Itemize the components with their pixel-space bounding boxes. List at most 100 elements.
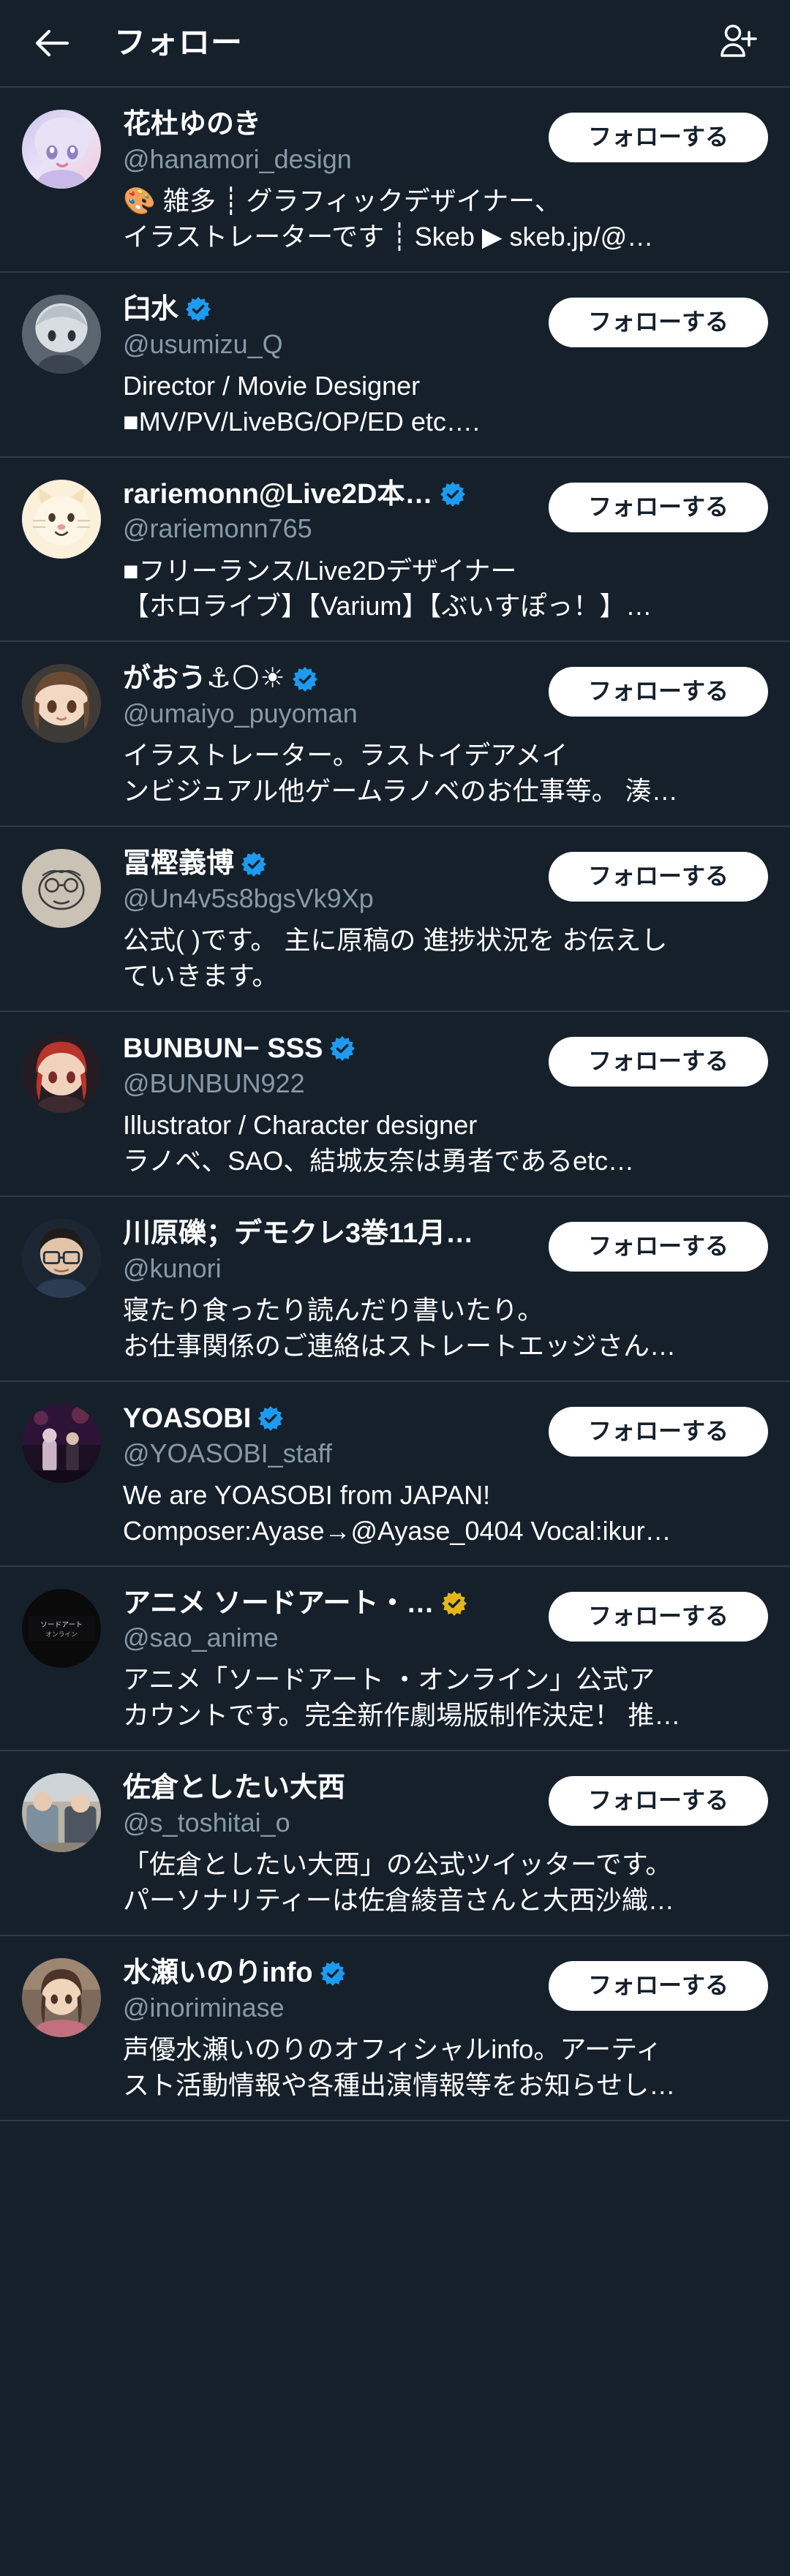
- user-bio-3: イラストレーター。ラストイデアメインビジュアル他ゲームラノベのお仕事等。 湊…: [123, 738, 768, 809]
- verified-badge-blue-icon: [440, 482, 465, 507]
- bio-line: 🎨 雑多 ┊ グラフィックデザイナー、: [123, 185, 561, 216]
- avatar-column: [22, 477, 101, 625]
- bio-line: 声優水瀬いのりのオフィシャルinfo。アーティ: [123, 2034, 663, 2065]
- person-add-icon: [718, 23, 758, 64]
- verified-badge-blue-icon: [258, 1406, 284, 1432]
- bio-line: Illustrator / Character designer: [123, 1109, 478, 1140]
- avatar-3[interactable]: [22, 664, 101, 744]
- display-name: 臼水: [123, 293, 179, 325]
- bio-line: イラストレーター。ラストイデアメイ: [123, 740, 568, 771]
- list-item-7[interactable]: YOASOBI @YOASOBI_staff We are YOASOBI fr…: [0, 1382, 790, 1565]
- avatar-7[interactable]: [22, 1403, 101, 1483]
- follow-button-4[interactable]: フォローする: [549, 852, 768, 902]
- avatar-column: [22, 107, 101, 255]
- avatar-1[interactable]: [22, 294, 101, 374]
- user-bio-9: 「佐倉としたい大西」の公式ツイッターです。 パーソナリティーは佐倉綾音さんと大西沙…: [123, 1847, 768, 1919]
- display-name: 冨樫義博: [123, 848, 235, 880]
- bio-line: イラストレーターです ┊ Skeb ▶ skeb.jp/@…: [123, 221, 654, 252]
- user-bio-10: 声優水瀬いのりのオフィシャルinfo。アーティ スト活動情報や各種出演情報等をお知…: [123, 2032, 768, 2104]
- bio-line: ンビジュアル他ゲームラノベのお仕事等。 湊…: [123, 776, 678, 807]
- display-name: YOASOBI: [123, 1402, 252, 1434]
- bio-line: お仕事関係のご連絡はストレートエッジさん…: [123, 1330, 677, 1361]
- verified-badge-blue-icon: [320, 1960, 345, 1986]
- bio-line: Director / Movie Designer: [123, 370, 421, 401]
- bio-line: ラノベ、SAO、結城友奈は勇者であるetc…: [123, 1145, 634, 1176]
- user-bio-8: アニメ「ソードアート ・オンライン」公式ア カウントです。完全新作劇場版制作決定！…: [123, 1662, 768, 1734]
- list-item-5[interactable]: BUNBUN− SSS @BUNBUN922 Illustrator / Cha…: [0, 1012, 790, 1196]
- user-bio-0: 🎨 雑多 ┊ グラフィックデザイナー、イラストレーターです ┊ Skeb ▶ s…: [123, 184, 768, 255]
- display-name: BUNBUN− SSS: [123, 1033, 323, 1065]
- list-item-3[interactable]: がおう⚓🌕☀ @umaiyo_puyoman イラストレーター。ラストイデアメイ…: [0, 642, 790, 826]
- follow-button-3[interactable]: フォローする: [549, 667, 768, 717]
- add-person-button[interactable]: [711, 16, 765, 70]
- list-item-2[interactable]: rariemonn@Live2D本… @rariemonn765 ■フリーランス…: [0, 458, 790, 641]
- avatar-column: [22, 292, 101, 440]
- avatar-4[interactable]: [22, 849, 101, 929]
- avatar-9[interactable]: [22, 1773, 101, 1853]
- follow-button-5[interactable]: フォローする: [549, 1037, 768, 1087]
- avatar-6[interactable]: [22, 1218, 101, 1298]
- avatar-column: [22, 1216, 101, 1364]
- bio-line: ■MV/PV/LiveBG/OP/ED etc….: [123, 406, 480, 437]
- list-item-6[interactable]: 川原礫；デモクレ3巻11月… @kunori 寝たり食ったり読んだり書いたり。お…: [0, 1197, 790, 1380]
- avatar-column: [22, 846, 101, 994]
- display-name: rariemonn@Live2D本…: [123, 478, 433, 510]
- bio-line: スト活動情報や各種出演情報等をお知らせし…: [123, 2069, 676, 2100]
- bio-line: 【ホロライブ】【Varium】【ぶいすぽっ！】…: [123, 591, 652, 622]
- follow-button-7[interactable]: フォローする: [549, 1406, 768, 1457]
- bio-line: 公式( )です。 主に原稿の 進捗状況を お伝えし: [123, 925, 668, 956]
- follow-button-8[interactable]: フォローする: [549, 1591, 768, 1642]
- verified-badge-blue-icon: [241, 851, 267, 877]
- user-bio-7: We are YOASOBI from JAPAN! Composer:Ayase…: [123, 1478, 768, 1549]
- display-name: がおう⚓🌕☀: [123, 663, 285, 695]
- bio-line: Composer:Ayase→@Ayase_0404 Vocal:ikur…: [123, 1515, 672, 1546]
- display-name: 水瀬いのりinfo: [123, 1957, 313, 1989]
- svg-text:ソードアート: ソードアート: [40, 1620, 83, 1628]
- list-item-1[interactable]: 臼水 @usumizu_Q Director / Movie Designer ■…: [0, 273, 790, 456]
- user-bio-4: 公式( )です。 主に原稿の 進捗状況を お伝えし ていきます。: [123, 923, 768, 994]
- verified-badge-gold-icon: [441, 1590, 467, 1616]
- follow-button-10[interactable]: フォローする: [549, 1961, 768, 2012]
- list-item-9[interactable]: 佐倉としたい大西 @s_toshitai_o 「佐倉としたい大西」の公式ツイッタ…: [0, 1751, 790, 1935]
- list-item-10[interactable]: 水瀬いのりinfo @inoriminase 声優水瀬いのりのオフィシャルinf…: [0, 1936, 790, 2120]
- list-item-8[interactable]: ソードアート オンライン アニメ ソードアート・… @sao_anime アニメ「…: [0, 1567, 790, 1750]
- page-header: フォロー: [0, 0, 790, 86]
- bio-line: ていきます。: [123, 961, 279, 992]
- avatar-5[interactable]: [22, 1034, 101, 1114]
- avatar-8[interactable]: ソードアート オンライン: [22, 1588, 101, 1668]
- user-bio-2: ■フリーランス/Live2Dデザイナー 【ホロライブ】【Varium】【ぶいすぽっ…: [123, 554, 768, 625]
- display-name: 川原礫；デモクレ3巻11月…: [123, 1217, 474, 1249]
- follow-button-2[interactable]: フォローする: [549, 482, 768, 532]
- display-name: 佐倉としたい大西: [123, 1772, 346, 1804]
- arrow-left-icon: [34, 27, 70, 59]
- follow-button-0[interactable]: フォローする: [549, 113, 768, 162]
- verified-badge-blue-icon: [330, 1036, 356, 1062]
- bio-line: カウントです。完全新作劇場版制作決定！ 推…: [123, 1700, 681, 1731]
- avatar-column: [22, 1401, 101, 1549]
- list-item-4[interactable]: 冨樫義博 @Un4v5s8bgsVk9Xp 公式( )です。 主に原稿の 進捗状…: [0, 827, 790, 1011]
- follow-button-9[interactable]: フォローする: [549, 1776, 768, 1827]
- avatar-column: [22, 1770, 101, 1919]
- avatar-column: [22, 1955, 101, 2104]
- follow-button-1[interactable]: フォローする: [549, 297, 768, 347]
- list-item-0[interactable]: 花杜ゆのき @hanamori_design 🎨 雑多 ┊ グラフィックデザイナ…: [0, 88, 790, 271]
- verified-badge-blue-icon: [186, 297, 211, 322]
- user-bio-1: Director / Movie Designer ■MV/PV/LiveBG/O…: [123, 369, 768, 440]
- user-bio-6: 寝たり食ったり読んだり書いたり。 お仕事関係のご連絡はストレートエッジさん…: [123, 1293, 768, 1364]
- back-button[interactable]: [25, 16, 79, 70]
- display-name: 花杜ゆのき: [123, 109, 261, 140]
- avatar-column: [22, 1031, 101, 1179]
- avatar-10[interactable]: [22, 1958, 101, 2038]
- bio-line: 「佐倉としたい大西」の公式ツイッターです。: [123, 1849, 672, 1880]
- verified-badge-blue-icon: [292, 666, 317, 692]
- following-list: 花杜ゆのき @hanamori_design 🎨 雑多 ┊ グラフィックデザイナ…: [0, 88, 790, 2121]
- avatar-2[interactable]: [22, 479, 101, 559]
- bio-line: パーソナリティーは佐倉綾音さんと大西沙織…: [123, 1885, 674, 1916]
- avatar-column: ソードアート オンライン: [22, 1586, 101, 1734]
- follow-button-6[interactable]: フォローする: [549, 1221, 768, 1272]
- bio-line: アニメ「ソードアート ・オンライン」公式ア: [123, 1664, 655, 1695]
- row-divider: [0, 2119, 790, 2121]
- bio-line: We are YOASOBI from JAPAN!: [123, 1479, 491, 1510]
- avatar-0[interactable]: [22, 110, 101, 189]
- avatar-column: [22, 661, 101, 809]
